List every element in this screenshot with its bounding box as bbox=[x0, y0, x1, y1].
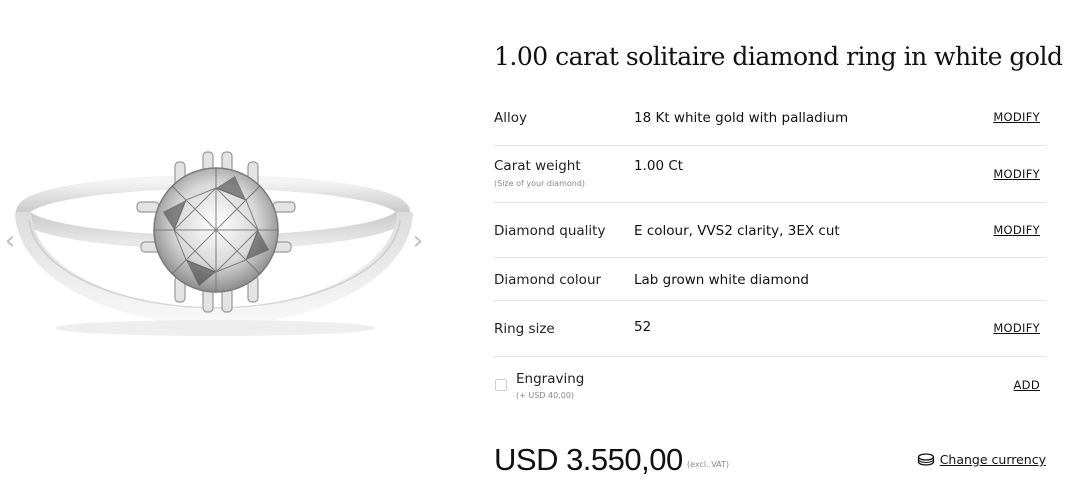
change-currency-label: Change currency bbox=[939, 452, 1046, 467]
ring-image bbox=[15, 151, 413, 336]
modify-quality-button[interactable]: MODIFY bbox=[993, 223, 1040, 237]
change-currency-button[interactable]: Change currency bbox=[917, 452, 1046, 467]
price-row: USD 3.550,00 (excl. VAT) Change currency bbox=[494, 440, 1046, 480]
spec-row-alloy: Alloy 18 Kt white gold with palladium MO… bbox=[494, 90, 1046, 146]
vat-note: (excl. VAT) bbox=[687, 460, 730, 469]
spec-row-colour: Diamond colour Lab grown white diamond bbox=[494, 258, 1046, 301]
spec-table: Alloy 18 Kt white gold with palladium MO… bbox=[494, 90, 1046, 413]
spec-row-carat: Carat weight (Size of your diamond) 1.00… bbox=[494, 146, 1046, 203]
modify-ring-size-button[interactable]: MODIFY bbox=[993, 321, 1040, 335]
product-title: 1.00 carat solitaire diamond ring in whi… bbox=[494, 42, 1063, 71]
spec-label: Ring size bbox=[494, 321, 555, 337]
add-engraving-button[interactable]: ADD bbox=[1014, 378, 1040, 392]
product-gallery: ‹ › bbox=[0, 0, 430, 500]
spec-value: Lab grown white diamond bbox=[634, 272, 809, 288]
engraving-row: Engraving (+ USD 40,00) ADD bbox=[494, 357, 1046, 413]
engraving-price: (+ USD 40,00) bbox=[516, 391, 575, 400]
spec-value: E colour, VVS2 clarity, 3EX cut bbox=[634, 223, 840, 239]
spec-row-ring-size: Ring size 52 MODIFY bbox=[494, 301, 1046, 357]
spec-label: Diamond quality bbox=[494, 223, 606, 239]
spec-value: 52 bbox=[634, 319, 652, 335]
chevron-right-icon[interactable]: › bbox=[408, 228, 428, 254]
spec-label: Diamond colour bbox=[494, 272, 602, 288]
modify-carat-button[interactable]: MODIFY bbox=[993, 167, 1040, 181]
coins-icon bbox=[917, 452, 934, 466]
spec-row-quality: Diamond quality E colour, VVS2 clarity, … bbox=[494, 203, 1046, 258]
spec-value: 18 Kt white gold with palladium bbox=[634, 110, 849, 126]
spec-sublabel: (Size of your diamond) bbox=[494, 179, 586, 188]
engraving-label: Engraving bbox=[516, 371, 585, 387]
spec-value: 1.00 Ct bbox=[634, 158, 684, 174]
spec-label: Alloy bbox=[494, 110, 527, 126]
spec-label: Carat weight bbox=[494, 158, 581, 174]
product-price: USD 3.550,00 bbox=[494, 442, 683, 477]
engraving-checkbox[interactable] bbox=[495, 379, 507, 391]
modify-alloy-button[interactable]: MODIFY bbox=[993, 110, 1040, 124]
